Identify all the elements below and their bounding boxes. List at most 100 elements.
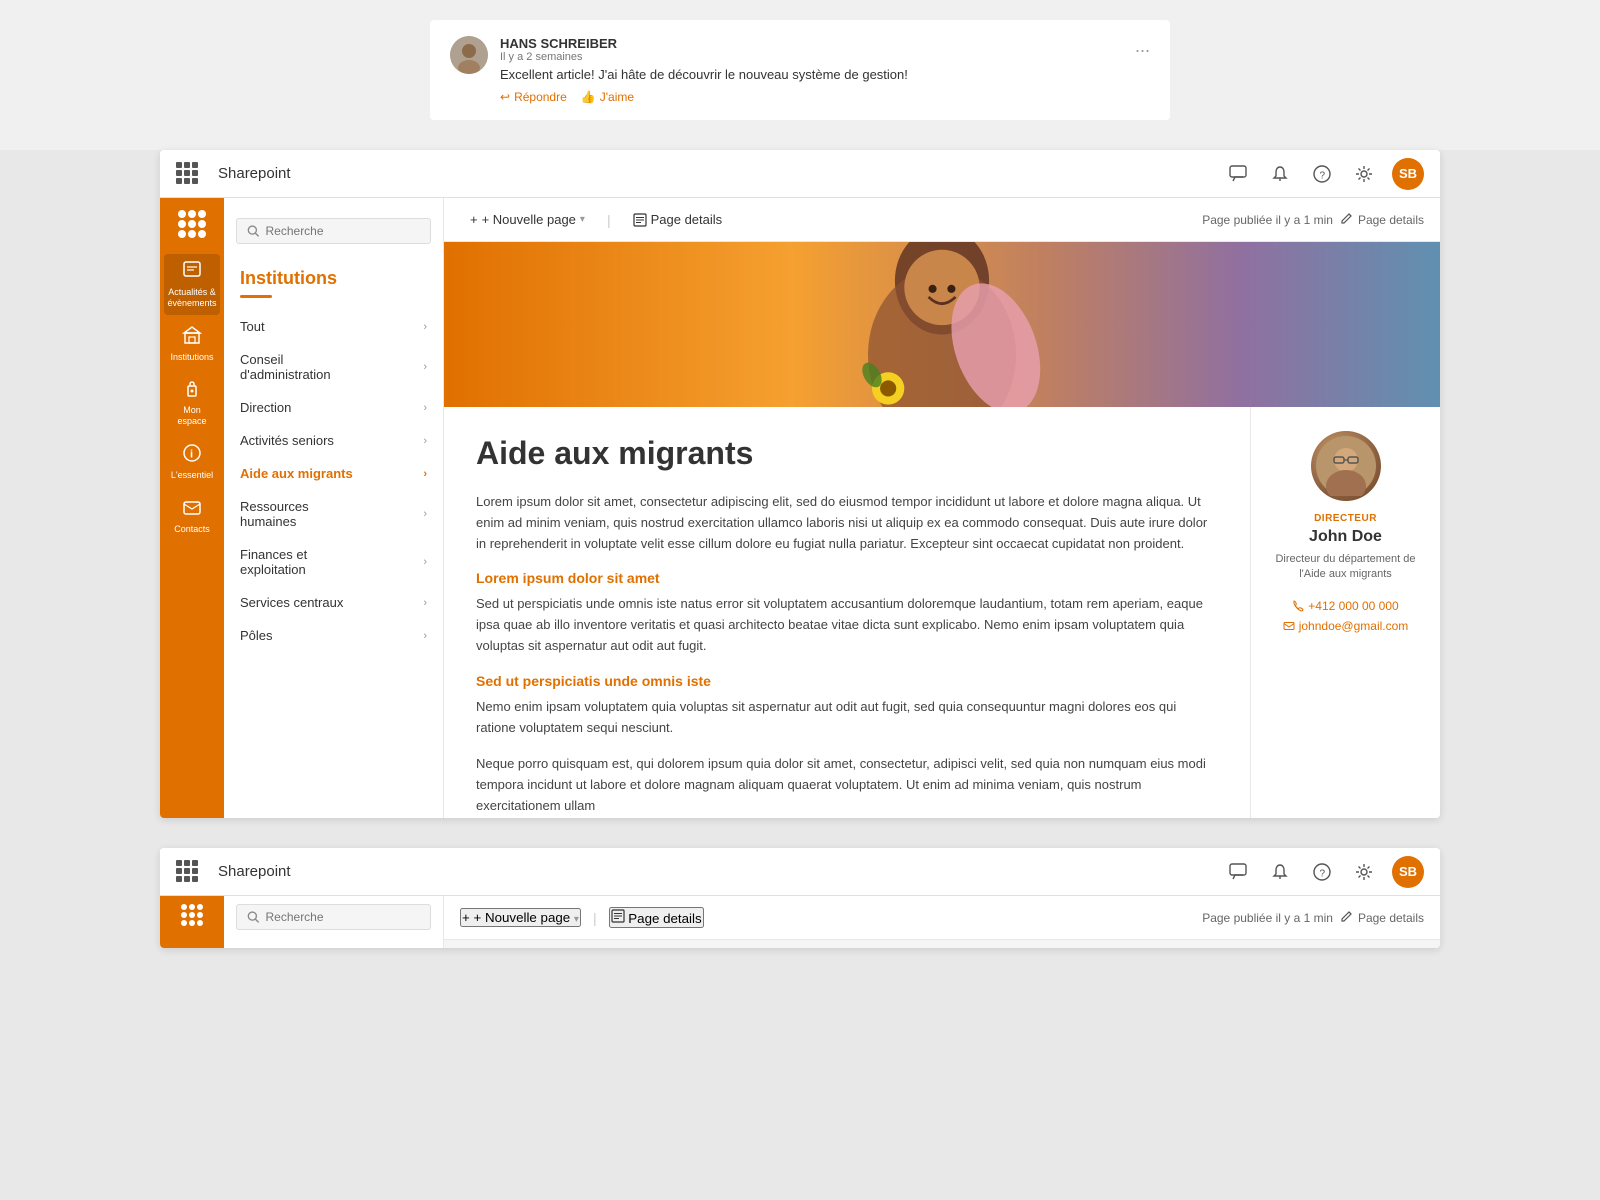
- menu-divider: [240, 295, 272, 298]
- search-input[interactable]: [266, 224, 421, 238]
- body-para-3: Nemo enim ipsam voluptatem quia voluptas…: [476, 697, 1218, 739]
- menu-item-services[interactable]: Services centraux ›: [224, 586, 443, 619]
- chevron-icon: ›: [423, 361, 427, 373]
- new-page-button-bottom[interactable]: + + Nouvelle page ▾: [460, 908, 581, 927]
- menu-item-poles[interactable]: Pôles ›: [224, 619, 443, 652]
- top-comment-section: HANS SCHREIBER Il y a 2 semaines Excelle…: [0, 0, 1600, 150]
- logo-dots: [178, 210, 206, 238]
- page-details-icon-bottom: [611, 909, 625, 923]
- sidebar-item-actualites[interactable]: Actualités & évènements: [164, 254, 220, 315]
- sidebar-item-essentiel[interactable]: i L'essentiel: [164, 437, 220, 487]
- hero-image: Accueil › Institutions › Aide aux migran…: [444, 242, 1440, 407]
- icon-nav: Actualités & évènements Institutions Mon…: [160, 198, 224, 818]
- mon-espace-icon: [182, 378, 202, 403]
- sidebar-item-institutions[interactable]: Institutions: [164, 319, 220, 369]
- article: Aide aux migrants Lorem ipsum dolor sit …: [444, 407, 1250, 818]
- chevron-icon: ›: [423, 556, 427, 568]
- comment-card: HANS SCHREIBER Il y a 2 semaines Excelle…: [430, 20, 1170, 120]
- user-avatar[interactable]: SB: [1392, 158, 1424, 190]
- edit-page-details[interactable]: Page details: [1341, 213, 1424, 227]
- bottom-logo-dots: [181, 904, 203, 926]
- page-details-button[interactable]: Page details: [623, 208, 733, 231]
- toolbar-right: Page publiée il y a 1 min Page details: [1202, 213, 1424, 227]
- help-icon[interactable]: ?: [1308, 160, 1336, 188]
- gear-icon[interactable]: [1350, 160, 1378, 188]
- app-grid-icon[interactable]: [176, 162, 200, 186]
- app-grid-icon-bottom[interactable]: [176, 860, 200, 884]
- bottom-main: + + Nouvelle page ▾ | Page details Page …: [444, 896, 1440, 948]
- chevron-icon: ›: [423, 630, 427, 642]
- actualites-label: Actualités & évènements: [167, 287, 216, 309]
- menu-item-direction[interactable]: Direction ›: [224, 391, 443, 424]
- bottom-edit-link[interactable]: Page details: [1341, 911, 1424, 925]
- hero-illustration: [444, 242, 1440, 407]
- reply-button[interactable]: ↩ Répondre: [500, 90, 567, 104]
- bottom-sidenav: [160, 896, 224, 948]
- page-body: Aide aux migrants Lorem ipsum dolor sit …: [444, 407, 1440, 818]
- app-title-bottom: Sharepoint: [218, 863, 1214, 880]
- actualites-icon: [182, 260, 202, 285]
- user-avatar-bottom[interactable]: SB: [1392, 856, 1424, 888]
- body-para-1: Lorem ipsum dolor sit amet, consectetur …: [476, 492, 1218, 554]
- mon-espace-label: Mon espace: [168, 405, 216, 427]
- page-title: Aide aux migrants: [476, 435, 1218, 472]
- chat-icon[interactable]: [1224, 160, 1252, 188]
- director-description: Directeur du département de l'Aide aux m…: [1267, 552, 1424, 583]
- comment-actions: ↩ Répondre 👍 J'aime: [500, 90, 1123, 104]
- director-card: DIRECTEUR John Doe Directeur du départem…: [1250, 407, 1440, 818]
- director-name: John Doe: [1267, 528, 1424, 546]
- search-input-bottom[interactable]: [266, 910, 421, 924]
- svg-text:?: ?: [1320, 170, 1326, 181]
- dropdown-icon-bottom: ▾: [574, 914, 579, 925]
- director-phone[interactable]: +412 000 00 000: [1267, 599, 1424, 613]
- menu-item-rh[interactable]: Ressourceshumaines ›: [224, 490, 443, 538]
- edit-icon-bottom: [1341, 911, 1354, 924]
- essentiel-icon: i: [182, 443, 202, 468]
- page-toolbar: + + Nouvelle page ▾ | Page details Page …: [444, 198, 1440, 242]
- search-icon-bottom: [247, 910, 260, 924]
- toolbar-divider: |: [607, 212, 611, 228]
- bell-icon-bottom[interactable]: [1266, 858, 1294, 886]
- page-details-button-bottom[interactable]: Page details: [609, 907, 704, 928]
- sidebar-item-contacts[interactable]: Contacts: [164, 491, 220, 541]
- new-page-button[interactable]: + + Nouvelle page ▾: [460, 208, 595, 231]
- email-icon: [1283, 620, 1295, 632]
- comment-author: HANS SCHREIBER: [500, 36, 1123, 51]
- menu-item-finances[interactable]: Finances etexploitation ›: [224, 538, 443, 586]
- chevron-icon: ›: [423, 435, 427, 447]
- contacts-label: Contacts: [174, 524, 210, 535]
- comment-time: Il y a 2 semaines: [500, 51, 1123, 63]
- chevron-icon: ›: [423, 597, 427, 609]
- director-role-label: DIRECTEUR: [1267, 513, 1424, 524]
- institutions-icon: [182, 325, 202, 350]
- bell-icon[interactable]: [1266, 160, 1294, 188]
- gear-icon-bottom[interactable]: [1350, 858, 1378, 886]
- menu-item-conseil[interactable]: Conseild'administration ›: [224, 343, 443, 391]
- director-email[interactable]: johndoe@gmail.com: [1267, 619, 1424, 633]
- plus-icon-bottom: +: [462, 910, 470, 925]
- page-details-icon: [633, 213, 647, 227]
- main-content: + + Nouvelle page ▾ | Page details Page …: [444, 198, 1440, 818]
- reply-icon: ↩: [500, 90, 510, 104]
- chevron-icon: ›: [423, 321, 427, 333]
- logo[interactable]: [174, 206, 210, 242]
- chat-icon-bottom[interactable]: [1224, 858, 1252, 886]
- topbar-bottom: Sharepoint ? SB: [160, 848, 1440, 896]
- menu-item-tout[interactable]: Tout ›: [224, 310, 443, 343]
- sharepoint-window-bottom: Sharepoint ? SB: [160, 848, 1440, 948]
- menu-item-aide-migrants[interactable]: Aide aux migrants ›: [224, 457, 443, 490]
- director-avatar-image: [1311, 431, 1381, 501]
- sidebar-item-mon-espace[interactable]: Mon espace: [164, 372, 220, 433]
- app-title: Sharepoint: [218, 165, 1214, 182]
- bottom-menu: [224, 896, 444, 948]
- sharepoint-window: Sharepoint ? SB: [160, 150, 1440, 818]
- bottom-toolbar-right: Page publiée il y a 1 min Page details: [1202, 911, 1424, 925]
- like-button[interactable]: 👍 J'aime: [581, 90, 634, 104]
- menu-item-activites[interactable]: Activités seniors ›: [224, 424, 443, 457]
- heading-2: Sed ut perspiciatis unde omnis iste: [476, 673, 1218, 689]
- more-button[interactable]: ...: [1135, 36, 1150, 57]
- phone-icon: [1292, 600, 1304, 612]
- help-icon-bottom[interactable]: ?: [1308, 858, 1336, 886]
- page-content: Accueil › Institutions › Aide aux migran…: [444, 242, 1440, 818]
- edit-icon: [1341, 213, 1354, 226]
